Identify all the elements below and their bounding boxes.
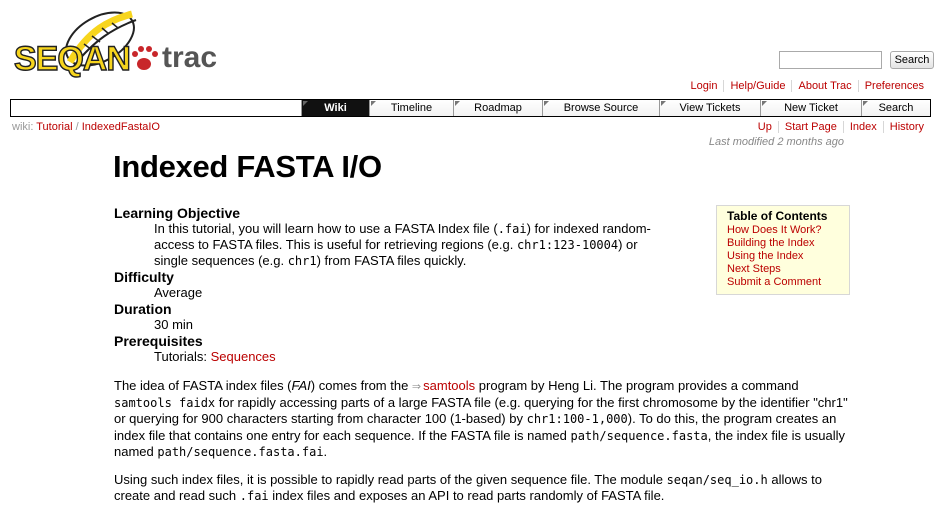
login-link[interactable]: Login — [685, 80, 724, 92]
intro-paragraph: The idea of FASTA index files (FAI) come… — [114, 378, 848, 459]
objective-label: Learning Objective — [114, 205, 241, 221]
paw-icon — [132, 46, 158, 70]
tab-roadmap[interactable]: Roadmap — [453, 100, 542, 116]
logo-seqan-text: SEQAN — [14, 40, 130, 78]
tab-browse-source[interactable]: Browse Source — [542, 100, 659, 116]
breadcrumb-tutorial[interactable]: Tutorial — [36, 121, 72, 133]
preferences-link[interactable]: Preferences — [857, 80, 930, 92]
prerequisites-label: Prerequisites — [114, 333, 203, 349]
second-paragraph: Using such index files, it is possible t… — [114, 472, 822, 504]
toc-item[interactable]: Submit a Comment — [727, 276, 839, 289]
page-title: Indexed FASTA I/O — [113, 149, 382, 184]
search-button[interactable]: Search — [890, 51, 934, 69]
breadcrumb: wiki: Tutorial / IndexedFastaIO — [12, 121, 160, 133]
tab-wiki[interactable]: Wiki — [301, 100, 369, 116]
tutorial-info: Learning Objective In this tutorial, you… — [114, 205, 714, 365]
samtools-link[interactable]: samtools — [423, 378, 475, 393]
tab-search[interactable]: Search — [861, 100, 930, 116]
difficulty-label: Difficulty — [114, 269, 174, 285]
sequences-link[interactable]: Sequences — [211, 349, 276, 364]
toc-item[interactable]: Building the Index — [727, 237, 839, 250]
history-link[interactable]: History — [882, 121, 930, 133]
tab-timeline[interactable]: Timeline — [369, 100, 453, 116]
duration-label: Duration — [114, 301, 172, 317]
breadcrumb-separator: / — [75, 121, 79, 133]
start-page-link[interactable]: Start Page — [777, 121, 843, 133]
difficulty-value: Average — [154, 285, 203, 300]
table-of-contents: Table of Contents How Does It Work? Buil… — [716, 205, 850, 295]
help-guide-link[interactable]: Help/Guide — [723, 80, 792, 92]
breadcrumb-prefix: wiki: — [12, 121, 34, 133]
last-modified: Last modified 2 months ago — [708, 136, 844, 148]
toc-title: Table of Contents — [727, 209, 828, 223]
toc-item[interactable]: Next Steps — [727, 263, 839, 276]
main-navigation: Wiki Timeline Roadmap Browse Source View… — [10, 99, 931, 117]
tab-new-ticket[interactable]: New Ticket — [760, 100, 861, 116]
up-link[interactable]: Up — [752, 121, 778, 133]
objective-text: In this tutorial, you will learn how to … — [154, 221, 651, 268]
external-link-icon: ⇒ — [411, 381, 422, 393]
duration-value: 30 min — [154, 317, 194, 332]
search-input[interactable] — [779, 51, 882, 69]
tab-view-tickets[interactable]: View Tickets — [659, 100, 760, 116]
about-trac-link[interactable]: About Trac — [791, 80, 858, 92]
logo-trac-text: trac — [162, 41, 217, 74]
prerequisites-value: Tutorials: Sequences — [154, 349, 276, 364]
toc-item[interactable]: How Does It Work? — [727, 224, 839, 237]
meta-navigation: Login Help/Guide About Trac Preferences — [685, 80, 930, 92]
toc-item[interactable]: Using the Index — [727, 250, 839, 263]
index-link[interactable]: Index — [842, 121, 883, 133]
breadcrumb-indexedfastaio[interactable]: IndexedFastaIO — [82, 121, 160, 133]
context-navigation: Up Start Page Index History — [752, 121, 930, 133]
seqan-logo[interactable]: SEQAN trac — [14, 10, 229, 90]
